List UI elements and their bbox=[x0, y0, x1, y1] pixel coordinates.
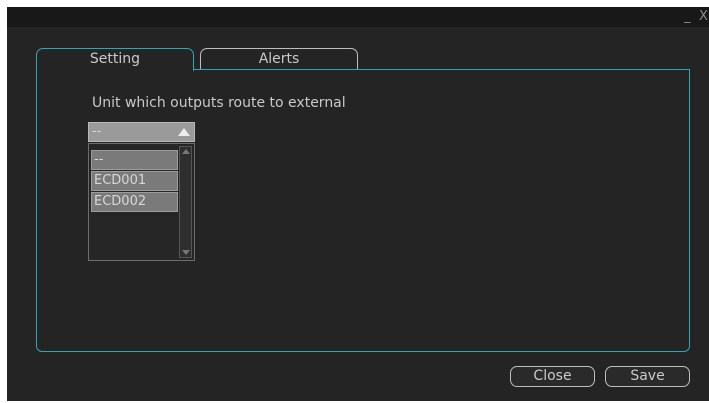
route-output-options-list[interactable]: -- ECD001 ECD002 bbox=[88, 143, 195, 261]
close-button[interactable]: Close bbox=[510, 366, 595, 387]
list-item-ecd001[interactable]: ECD001 bbox=[91, 171, 178, 191]
tab-alerts[interactable]: Alerts bbox=[200, 48, 358, 70]
title-bar: _ X bbox=[7, 7, 709, 27]
tab-setting[interactable]: Setting bbox=[36, 48, 194, 71]
route-output-selected-value: -- bbox=[92, 124, 102, 139]
settings-window: _ X Setting Alerts Unit which outputs ro… bbox=[7, 7, 709, 401]
scroll-down-icon[interactable] bbox=[182, 250, 190, 255]
triangle-up-icon[interactable] bbox=[178, 128, 190, 136]
list-scrollbar[interactable] bbox=[179, 146, 192, 258]
list-item-ecd002[interactable]: ECD002 bbox=[91, 192, 178, 212]
route-output-label: Unit which outputs route to external bbox=[92, 95, 346, 111]
save-button[interactable]: Save bbox=[605, 366, 690, 387]
list-item-none[interactable]: -- bbox=[91, 150, 178, 170]
route-output-select[interactable]: -- bbox=[88, 122, 195, 142]
scroll-up-icon[interactable] bbox=[182, 149, 190, 154]
minimize-button[interactable]: _ bbox=[684, 7, 691, 27]
close-window-button[interactable]: X bbox=[699, 7, 708, 27]
